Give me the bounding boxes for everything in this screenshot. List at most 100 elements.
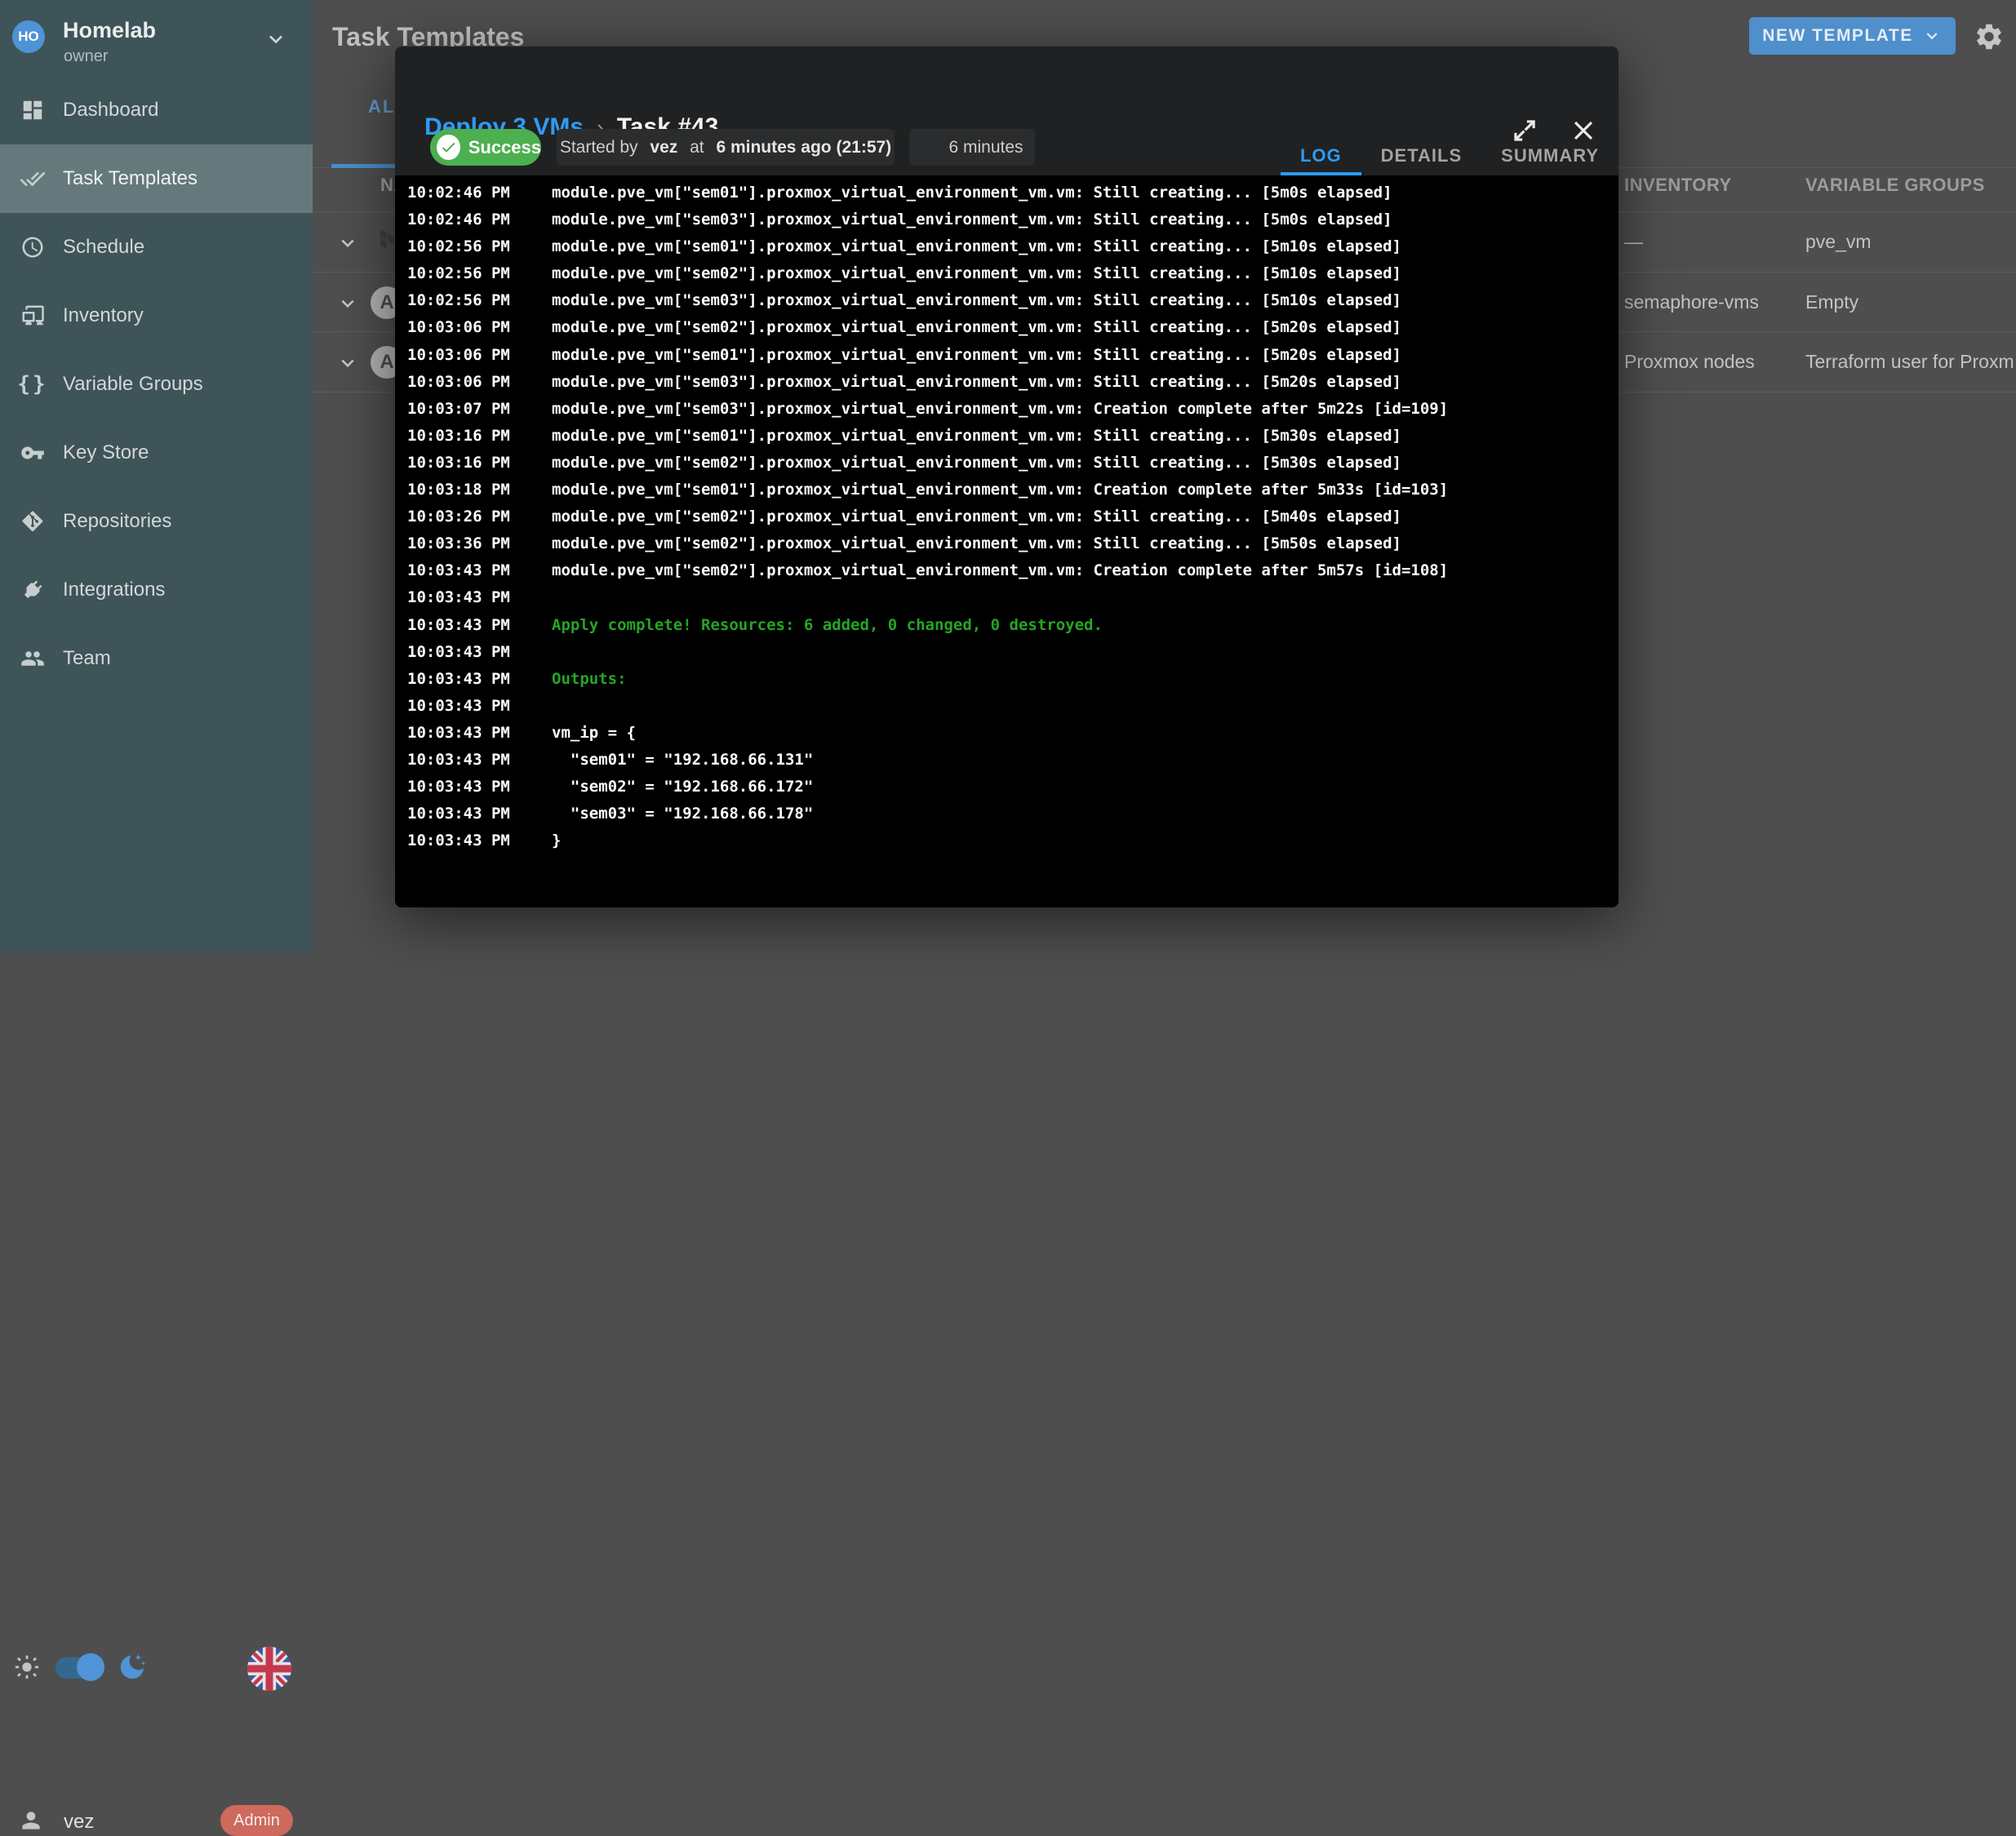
log-timestamp: 10:02:46 PM xyxy=(395,206,552,233)
log-line: 10:03:43 PMvm_ip = { xyxy=(395,720,1619,747)
moon-icon xyxy=(117,1652,148,1683)
sun-icon xyxy=(13,1653,41,1681)
log-line: 10:03:07 PMmodule.pve_vm["sem03"].proxmo… xyxy=(395,396,1619,423)
log-line: 10:03:06 PMmodule.pve_vm["sem01"].proxmo… xyxy=(395,342,1619,369)
log-timestamp: 10:03:43 PM xyxy=(395,612,552,639)
started-time: 6 minutes ago (21:57) xyxy=(716,138,891,157)
sidebar-item-repositories[interactable]: Repositories xyxy=(0,487,313,556)
log-line: 10:03:43 PM xyxy=(395,693,1619,720)
clock-icon xyxy=(921,137,941,157)
sidebar-item-label: Variable Groups xyxy=(63,373,203,396)
cell-inventory: semaphore-vms xyxy=(1624,291,1759,313)
modal-tabs: LOGDETAILSSUMMARY xyxy=(1281,136,1619,175)
log-message: module.pve_vm["sem03"].proxmox_virtual_e… xyxy=(552,287,1401,314)
modal-tab-log[interactable]: LOG xyxy=(1281,136,1361,175)
log-message: module.pve_vm["sem02"].proxmox_virtual_e… xyxy=(552,260,1401,287)
sidebar-item-task-templates[interactable]: Task Templates xyxy=(0,144,313,213)
log-timestamp: 10:03:43 PM xyxy=(395,747,552,774)
cell-variable-groups: Empty xyxy=(1805,291,1858,313)
log-timestamp: 10:03:43 PM xyxy=(395,557,552,584)
sidebar-item-label: Key Store xyxy=(63,441,149,464)
log-line: 10:03:16 PMmodule.pve_vm["sem02"].proxmo… xyxy=(395,450,1619,477)
log-message: "sem03" = "192.168.66.178" xyxy=(552,800,813,827)
language-flag-uk[interactable] xyxy=(247,1647,291,1691)
user-row[interactable]: vez Admin xyxy=(0,898,313,947)
log-line: 10:03:16 PMmodule.pve_vm["sem01"].proxmo… xyxy=(395,423,1619,450)
log-line: 10:02:56 PMmodule.pve_vm["sem02"].proxmo… xyxy=(395,260,1619,287)
log-line: 10:03:43 PM} xyxy=(395,827,1619,854)
log-message: module.pve_vm["sem03"].proxmox_virtual_e… xyxy=(552,396,1448,423)
log-timestamp: 10:03:43 PM xyxy=(395,827,552,854)
log-timestamp: 10:03:43 PM xyxy=(395,800,552,827)
sidebar: HO Homelab owner DashboardTask Templates… xyxy=(0,0,313,953)
dark-mode-toggle-knob[interactable] xyxy=(77,1653,104,1681)
log-line: 10:03:36 PMmodule.pve_vm["sem02"].proxmo… xyxy=(395,530,1619,557)
user-name: vez xyxy=(64,1811,94,1834)
sidebar-item-inventory[interactable]: Inventory xyxy=(0,282,313,350)
admin-badge: Admin xyxy=(220,1805,293,1836)
log-message: module.pve_vm["sem03"].proxmox_virtual_e… xyxy=(552,369,1401,396)
started-user: vez xyxy=(650,138,677,157)
log-message: Outputs: xyxy=(552,666,627,693)
log-timestamp: 10:03:06 PM xyxy=(395,314,552,341)
log-line: 10:03:43 PMOutputs: xyxy=(395,666,1619,693)
log-message: module.pve_vm["sem02"].proxmox_virtual_e… xyxy=(552,530,1401,557)
log-line: 10:03:43 PMmodule.pve_vm["sem02"].proxmo… xyxy=(395,557,1619,584)
log-timestamp: 10:03:43 PM xyxy=(395,774,552,800)
chevron-down-icon[interactable] xyxy=(335,351,360,375)
sidebar-nav: DashboardTask TemplatesSchedule Inventory… xyxy=(0,76,313,693)
modal-tab-summary[interactable]: SUMMARY xyxy=(1481,136,1619,175)
log-message: module.pve_vm["sem02"].proxmox_virtual_e… xyxy=(552,503,1401,530)
schedule-icon xyxy=(20,234,46,260)
cell-inventory: Proxmox nodes xyxy=(1624,351,1755,373)
dashboard-icon xyxy=(20,97,46,123)
log-line: 10:02:56 PMmodule.pve_vm["sem01"].proxmo… xyxy=(395,233,1619,260)
sidebar-item-key-store[interactable]: Key Store xyxy=(0,419,313,487)
log-message: module.pve_vm["sem01"].proxmox_virtual_e… xyxy=(552,233,1401,260)
sidebar-item-label: Inventory xyxy=(63,304,144,327)
log-timestamp: 10:03:43 PM xyxy=(395,639,552,666)
log-message: vm_ip = { xyxy=(552,720,636,747)
log-timestamp: 10:03:18 PM xyxy=(395,477,552,503)
column-header-variable-groups: VARIABLE GROUPS xyxy=(1805,175,1985,196)
log-line: 10:02:56 PMmodule.pve_vm["sem03"].proxmo… xyxy=(395,287,1619,314)
sidebar-item-integrations[interactable]: Integrations xyxy=(0,556,313,624)
log-line: 10:03:06 PMmodule.pve_vm["sem03"].proxmo… xyxy=(395,369,1619,396)
chevron-down-icon[interactable] xyxy=(335,231,360,255)
log-timestamp: 10:03:06 PM xyxy=(395,369,552,396)
chevron-down-icon xyxy=(1921,25,1943,47)
sidebar-item-dashboard[interactable]: Dashboard xyxy=(0,76,313,144)
new-template-label: NEW TEMPLATE xyxy=(1762,26,1912,46)
modal-tab-details[interactable]: DETAILS xyxy=(1361,136,1481,175)
log-line: 10:03:43 PMApply complete! Resources: 6 … xyxy=(395,612,1619,639)
cell-variable-groups: pve_vm xyxy=(1805,231,1872,253)
log-line: 10:03:43 PM xyxy=(395,639,1619,666)
gear-icon[interactable] xyxy=(1974,21,2005,52)
log-timestamp: 10:03:43 PM xyxy=(395,666,552,693)
sidebar-item-label: Team xyxy=(63,647,111,670)
sidebar-item-variable-groups[interactable]: {}Variable Groups xyxy=(0,350,313,419)
sidebar-item-label: Repositories xyxy=(63,510,171,533)
log-message: module.pve_vm["sem02"].proxmox_virtual_e… xyxy=(552,557,1448,584)
theme-controls xyxy=(0,820,313,877)
team-icon xyxy=(20,645,46,672)
log-timestamp: 10:03:43 PM xyxy=(395,720,552,747)
status-label: Success xyxy=(468,137,541,158)
sidebar-item-team[interactable]: Team xyxy=(0,624,313,693)
new-template-button[interactable]: NEW TEMPLATE xyxy=(1749,17,1956,55)
inventory-icon xyxy=(20,303,46,329)
log-line: 10:03:43 PM xyxy=(395,584,1619,611)
chevron-down-icon[interactable] xyxy=(263,26,289,52)
chevron-down-icon[interactable] xyxy=(335,291,360,316)
sidebar-item-schedule[interactable]: Schedule xyxy=(0,213,313,282)
log-message: Apply complete! Resources: 6 added, 0 ch… xyxy=(552,612,1103,639)
log-output: 10:02:46 PMmodule.pve_vm["sem01"].proxmo… xyxy=(395,175,1619,907)
log-message: } xyxy=(552,827,561,854)
started-chip: Started by vez at 6 minutes ago (21:57) xyxy=(557,129,895,166)
log-timestamp: 10:03:16 PM xyxy=(395,450,552,477)
workspace-avatar: HO xyxy=(12,20,45,53)
log-message: module.pve_vm["sem03"].proxmox_virtual_e… xyxy=(552,206,1392,233)
log-message: module.pve_vm["sem02"].proxmox_virtual_e… xyxy=(552,314,1401,341)
integrations-icon xyxy=(20,577,46,603)
log-line: 10:03:43 PM "sem03" = "192.168.66.178" xyxy=(395,800,1619,827)
